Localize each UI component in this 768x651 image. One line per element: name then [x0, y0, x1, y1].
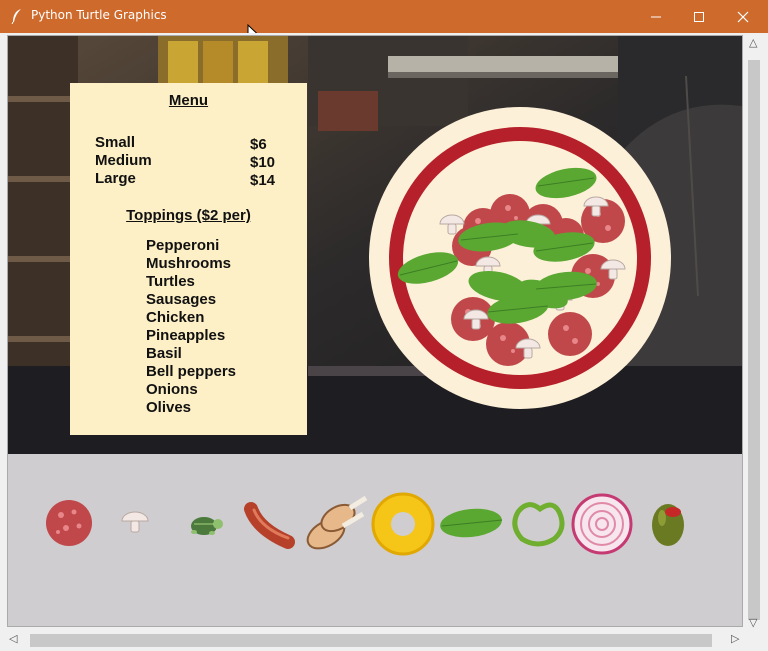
- size-small-label: Small: [95, 134, 136, 151]
- maximize-icon: [694, 11, 704, 22]
- topping-palette: [46, 492, 684, 556]
- pizza[interactable]: [368, 106, 673, 411]
- maximize-button[interactable]: [676, 0, 722, 33]
- turtle-canvas[interactable]: Menu Small $6 Medium $10 Large $14 Toppi…: [7, 35, 743, 627]
- toppings-title: Toppings ($2 per): [126, 207, 251, 224]
- title-bar[interactable]: Python Turtle Graphics: [0, 0, 768, 42]
- bell-pepper-icon[interactable]: [512, 502, 565, 547]
- topping-item: Onions: [146, 381, 198, 398]
- sausage-icon[interactable]: [244, 502, 295, 549]
- onion-icon[interactable]: [571, 493, 633, 555]
- topping-item: Mushrooms: [146, 255, 232, 272]
- scroll-up-icon[interactable]: △: [749, 36, 757, 49]
- basil-icon[interactable]: [439, 506, 504, 540]
- topping-item: Pineapples: [146, 327, 226, 344]
- topping-item: Basil: [146, 345, 182, 362]
- menu-title: Menu: [168, 92, 209, 109]
- topping-item: Bell peppers: [146, 363, 237, 380]
- scroll-down-icon[interactable]: ▽: [749, 616, 757, 629]
- pepperoni-icon[interactable]: [46, 500, 92, 546]
- vertical-scroll-thumb[interactable]: [748, 60, 760, 620]
- scroll-right-icon[interactable]: ▷: [731, 632, 739, 645]
- olive-icon[interactable]: [652, 504, 684, 546]
- scroll-left-icon[interactable]: ◁: [9, 632, 17, 645]
- close-icon: [737, 11, 749, 22]
- size-medium-price: $10: [250, 154, 276, 171]
- horizontal-scroll-thumb[interactable]: [30, 634, 712, 647]
- minimize-button[interactable]: [633, 0, 679, 33]
- topping-item: Sausages: [146, 291, 217, 308]
- topping-item: Pepperoni: [146, 237, 220, 254]
- turtle-icon[interactable]: [191, 517, 223, 535]
- topping-item: Turtles: [146, 273, 195, 290]
- size-small-price: $6: [250, 136, 267, 153]
- size-large-price: $14: [250, 172, 276, 189]
- pineapple-icon[interactable]: [371, 492, 435, 556]
- size-large-label: Large: [95, 170, 136, 187]
- feather-icon: [11, 9, 21, 24]
- mushroom-icon[interactable]: [121, 511, 149, 533]
- window-title: Python Turtle Graphics: [31, 8, 167, 22]
- chicken-icon[interactable]: [303, 495, 368, 554]
- topping-item: Olives: [146, 399, 192, 416]
- menu-card: Menu Small $6 Medium $10 Large $14 Toppi…: [70, 83, 307, 435]
- topping-item: Chicken: [146, 309, 205, 326]
- size-medium-label: Medium: [95, 152, 152, 169]
- close-button[interactable]: [720, 0, 766, 33]
- minimize-icon: [651, 16, 661, 17]
